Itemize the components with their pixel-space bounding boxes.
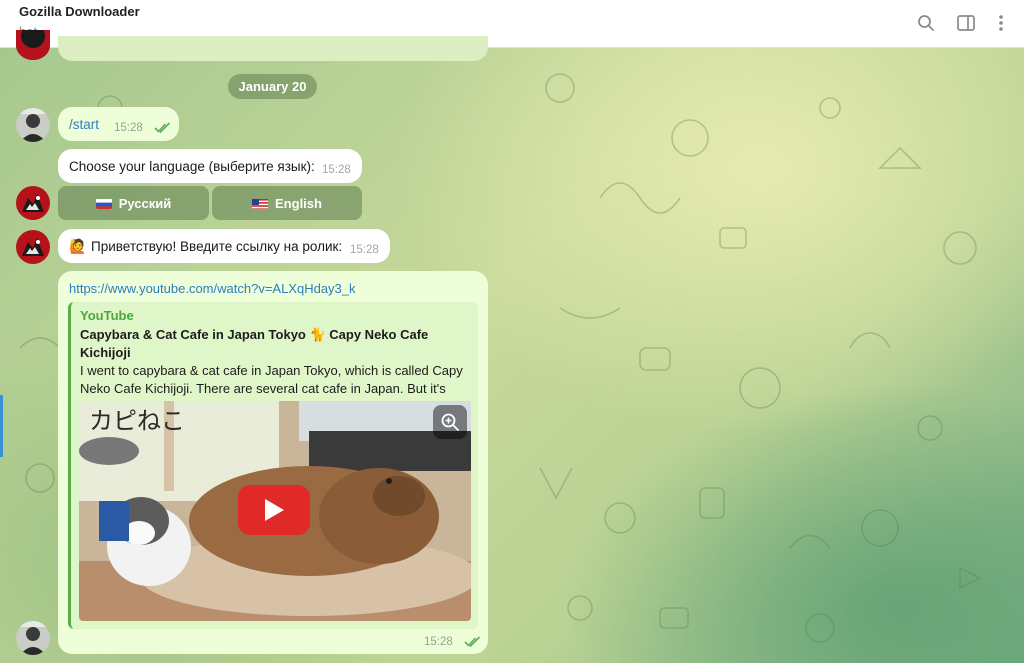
- message-text: Приветствую! Введите ссылку на ролик:: [91, 239, 343, 254]
- preview-site-name: YouTube: [80, 308, 134, 323]
- thumbnail-sign-text: カピねこ: [89, 407, 185, 435]
- message-choose-language[interactable]: Choose your language (выберите язык): 15…: [58, 149, 362, 183]
- message-time: 15:28: [424, 636, 453, 648]
- play-button-icon[interactable]: [238, 485, 310, 535]
- message-start[interactable]: /start 15:28: [58, 107, 179, 141]
- double-check-icon: [154, 122, 171, 134]
- bot-avatar[interactable]: [16, 230, 50, 264]
- zoom-in-icon[interactable]: [433, 405, 467, 439]
- search-icon[interactable]: [915, 12, 937, 34]
- chat-title[interactable]: Gozilla Downloader: [19, 4, 140, 19]
- more-vertical-icon[interactable]: [990, 12, 1012, 34]
- date-separator: January 20: [228, 74, 317, 99]
- user-avatar[interactable]: [16, 108, 50, 142]
- language-button-russian[interactable]: Русский: [58, 186, 209, 220]
- message-time: 15:28: [350, 244, 379, 256]
- youtube-link[interactable]: https://www.youtube.com/watch?v=ALXqHday…: [69, 281, 356, 296]
- button-label: Русский: [118, 195, 172, 211]
- bot-avatar[interactable]: [16, 186, 50, 220]
- previous-message-bubble: [58, 36, 488, 61]
- double-check-icon: [464, 636, 481, 648]
- sidebar-toggle-icon[interactable]: [955, 12, 977, 34]
- user-avatar[interactable]: [16, 621, 50, 655]
- language-button-english[interactable]: English: [212, 186, 362, 220]
- link-preview[interactable]: YouTube Capybara & Cat Cafe in Japan Tok…: [68, 302, 478, 629]
- usa-flag-icon: [252, 198, 269, 209]
- button-label: English: [275, 195, 322, 211]
- preview-title: Capybara & Cat Cafe in Japan Tokyo 🐈 Cap…: [80, 327, 429, 360]
- selection-accent: [0, 395, 3, 457]
- russia-flag-icon: [95, 198, 112, 209]
- message-greeting[interactable]: 🙋 Приветствую! Введите ссылку на ролик: …: [58, 229, 390, 263]
- message-youtube-link[interactable]: https://www.youtube.com/watch?v=ALXqHday…: [58, 271, 488, 654]
- video-thumbnail[interactable]: カピねこ: [79, 401, 471, 621]
- message-time: 15:28: [322, 164, 351, 176]
- raising-hand-emoji-icon: 🙋: [69, 238, 87, 254]
- bot-command-link[interactable]: /start: [69, 117, 99, 132]
- message-text: Choose your language (выберите язык):: [69, 159, 315, 174]
- bot-avatar-partial: [16, 30, 50, 60]
- message-time: 15:28: [114, 122, 143, 134]
